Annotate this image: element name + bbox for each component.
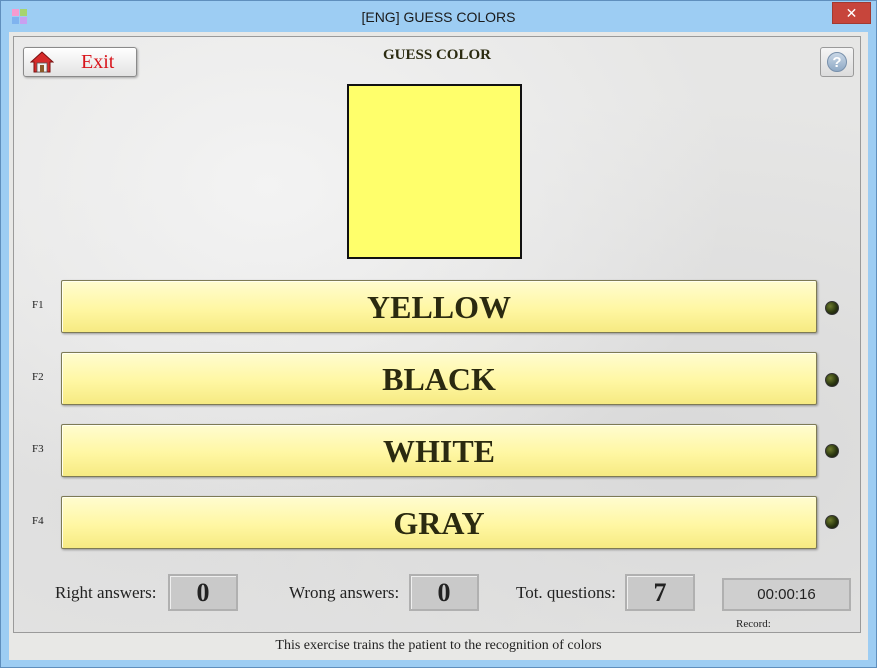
hotkey-label-f3: F3: [32, 443, 44, 455]
answer-indicator-4: [825, 515, 839, 529]
elapsed-time: 00:00:16: [722, 578, 851, 611]
app-window: [ENG] GUESS COLORS ✕ Exit GUESS COLOR ? …: [0, 0, 877, 668]
total-questions-label: Tot. questions:: [516, 583, 616, 602]
page-title: GUESS COLOR: [383, 47, 491, 63]
footer-description: This exercise trains the patient to the …: [275, 638, 602, 653]
colored-squares-icon: [12, 9, 28, 25]
answer-indicator-3: [825, 444, 839, 458]
answer-button-2[interactable]: BLACK: [61, 352, 817, 405]
answer-button-1[interactable]: YELLOW: [61, 280, 817, 333]
record-label: Record:: [736, 618, 771, 630]
answer-indicator-1: [825, 301, 839, 315]
color-swatch: [347, 84, 522, 259]
hotkey-label-f1: F1: [32, 299, 44, 311]
total-questions-value: 7: [625, 574, 695, 611]
client-area: Exit GUESS COLOR ? F1 YELLOW F2 BLACK F3…: [9, 32, 868, 660]
close-button[interactable]: ✕: [832, 2, 871, 24]
title-bar: [ENG] GUESS COLORS ✕: [1, 1, 876, 31]
exercise-panel: Exit GUESS COLOR ? F1 YELLOW F2 BLACK F3…: [13, 36, 861, 633]
hotkey-label-f4: F4: [32, 515, 44, 527]
wrong-answers-label: Wrong answers:: [289, 583, 400, 602]
wrong-answers-value: 0: [409, 574, 479, 611]
window-title: [ENG] GUESS COLORS: [361, 9, 516, 25]
help-button[interactable]: ?: [820, 47, 854, 77]
answer-indicator-2: [825, 373, 839, 387]
answer-button-3[interactable]: WHITE: [61, 424, 817, 477]
right-answers-label: Right answers:: [55, 583, 157, 602]
question-circle-icon: ?: [827, 52, 847, 72]
hotkey-label-f2: F2: [32, 371, 44, 383]
answer-button-4[interactable]: GRAY: [61, 496, 817, 549]
right-answers-value: 0: [168, 574, 238, 611]
